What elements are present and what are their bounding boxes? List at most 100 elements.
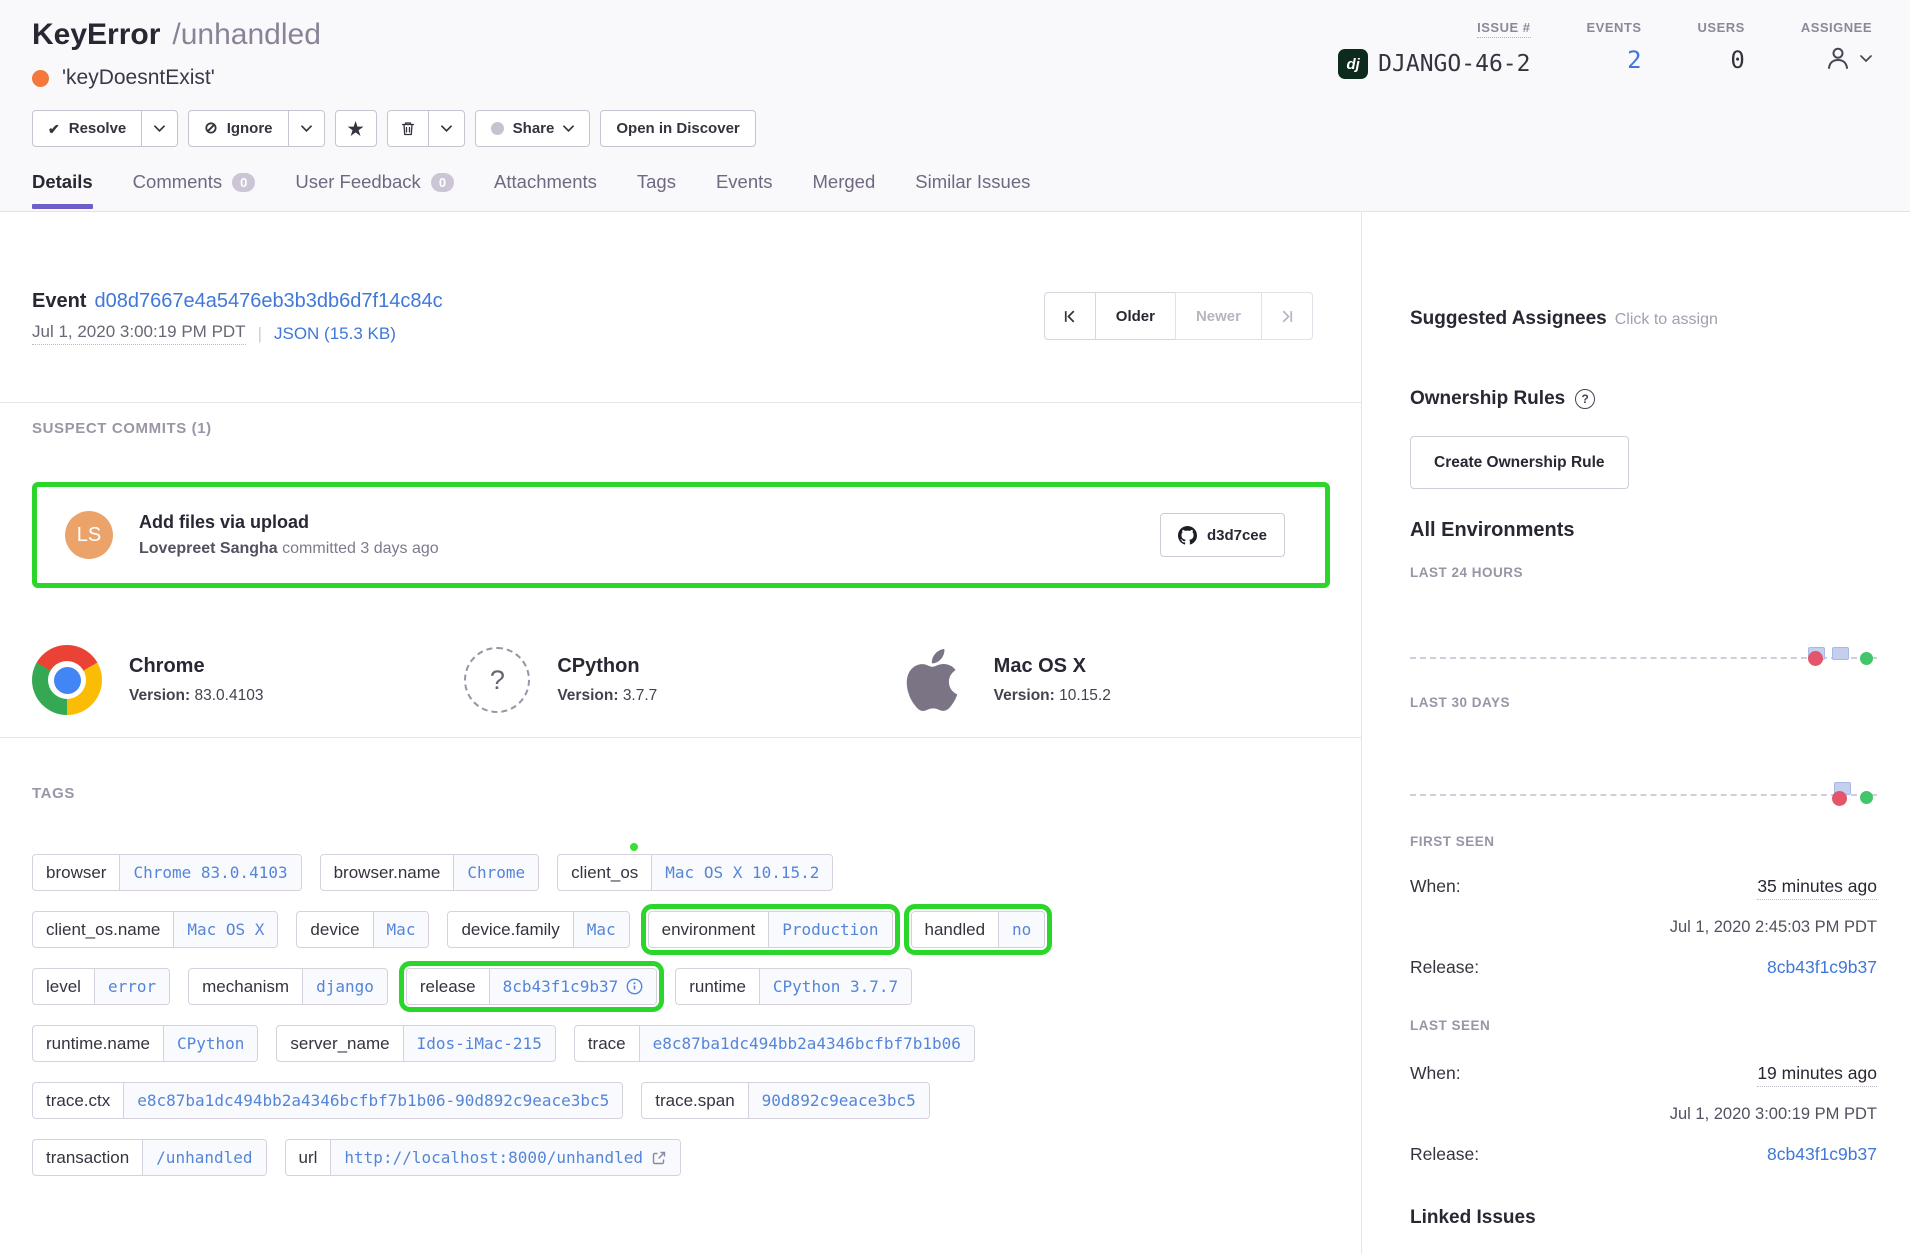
tab-label: Similar Issues [915,171,1030,193]
ignore-button[interactable]: ⊘ Ignore [188,110,288,147]
tag-value-link[interactable]: Chrome 83.0.4103 [120,855,300,890]
event-timestamp: Jul 1, 2020 3:00:19 PM PDT [32,322,246,345]
events-count[interactable]: 2 [1627,46,1641,74]
tag-key: client_os.name [33,912,174,947]
create-ownership-rule-button[interactable]: Create Ownership Rule [1410,436,1629,489]
tag-value-link[interactable]: Production [769,912,891,947]
tag-row: browserChrome 83.0.4103 browser.nameChro… [32,854,1330,891]
tag-device: deviceMac [296,911,429,948]
ignore-dropdown-button[interactable] [288,110,325,147]
tab-label: Tags [637,171,676,193]
first-seen-absolute-time: Jul 1, 2020 2:45:03 PM PDT [1670,918,1877,937]
share-button[interactable]: Share [475,110,591,147]
newer-event-button[interactable]: Newer [1175,292,1262,340]
tag-value-link[interactable]: Mac [374,912,429,947]
event-header: Eventd08d7667e4a5476eb3b3db6d7f14c84c Ju… [0,212,1361,403]
event-json-link[interactable]: JSON (15.3 KB) [274,324,396,344]
tag-environment: environmentProduction [648,911,893,948]
tag-value-link[interactable]: Idos-iMac-215 [404,1026,555,1061]
tag-key: device [297,912,373,947]
context-text: Chrome Version: 83.0.4103 [129,655,263,705]
issue-short-id: DJANGO-46-2 [1378,51,1530,77]
tab-badge: 0 [431,173,454,192]
issue-culprit: /unhandled [172,18,320,51]
tag-value-link[interactable]: Chrome [454,855,538,890]
chevron-down-icon [1860,55,1872,62]
tab-tags[interactable]: Tags [637,171,676,208]
tab-events[interactable]: Events [716,171,773,208]
tag-trace: tracee8c87ba1dc494bb2a4346bcfbf7b1b06 [574,1025,975,1062]
issue-stats: ISSUE # dj DJANGO-46-2 EVENTS 2 USERS 0 … [1338,16,1872,79]
commit-sha-button[interactable]: d3d7cee [1160,513,1285,557]
django-project-icon: dj [1338,49,1368,79]
commit-author: Lovepreet Sangha [139,540,278,557]
users-count: 0 [1730,46,1744,74]
tab-user-feedback[interactable]: User Feedback0 [295,171,454,208]
last-24-hours-sparkline [1410,657,1877,659]
suspect-commit-annotation-box: LS Add files via upload Lovepreet Sangha… [32,482,1330,588]
tab-similar-issues[interactable]: Similar Issues [915,171,1030,208]
tag-value-text: http://localhost:8000/unhandled [344,1148,643,1167]
issue-number-value[interactable]: dj DJANGO-46-2 [1338,49,1530,79]
tag-url: urlhttp://localhost:8000/unhandled [285,1139,682,1176]
tag-value-link[interactable]: 90d892c9eace3bc5 [749,1083,929,1118]
tag-key: server_name [277,1026,403,1061]
issue-message-row: 'keyDoesntExist' [32,66,321,90]
context-name: CPython [557,655,657,678]
commit-sha: d3d7cee [1207,527,1267,544]
commit-meta: Lovepreet Sangha committed 3 days ago [139,540,1160,558]
assignee-dropdown[interactable] [1823,43,1872,73]
tag-key: browser.name [321,855,455,890]
tag-value-link[interactable]: /unhandled [143,1140,265,1175]
tag-value-link[interactable]: django [303,969,387,1004]
resolve-button[interactable]: ✔ Resolve [32,110,142,147]
commit-title: Add files via upload [139,512,1160,533]
all-environments-title: All Environments [1410,519,1877,542]
tag-handled: handledno [911,911,1046,948]
tag-value-link[interactable]: e8c87ba1dc494bb2a4346bcfbf7b1b06-90d892c… [124,1083,622,1118]
tab-details[interactable]: Details [32,171,93,208]
last-24-hours-label: LAST 24 HOURS [1410,565,1877,580]
right-sidebar: Suggested AssigneesClick to assign Owner… [1361,212,1910,1254]
bookmark-star-button[interactable]: ★ [335,110,377,147]
context-version: Version: 83.0.4103 [129,687,263,705]
last-seen-release-link[interactable]: 8cb43f1c9b37 [1767,1144,1877,1165]
last-30-days-sparkline [1410,794,1877,796]
event-id-link[interactable]: d08d7667e4a5476eb3b3db6d7f14c84c [94,290,442,312]
unknown-runtime-icon: ? [464,647,530,713]
tag-value-link[interactable]: http://localhost:8000/unhandled [331,1140,680,1175]
tag-key: trace [575,1026,640,1061]
tab-comments[interactable]: Comments0 [133,171,256,208]
first-seen-release-link[interactable]: 8cb43f1c9b37 [1767,957,1877,978]
first-seen-marker [1832,791,1847,806]
tag-value-link[interactable]: CPython [164,1026,257,1061]
tag-value-link[interactable]: no [999,912,1044,947]
delete-dropdown-button[interactable] [428,110,465,147]
first-seen-release-row: Release: 8cb43f1c9b37 [1410,957,1877,978]
delete-button[interactable] [387,110,429,147]
tag-mechanism: mechanismdjango [188,968,388,1005]
open-in-discover-button[interactable]: Open in Discover [600,110,755,147]
tag-value-link[interactable]: error [95,969,169,1004]
tag-value-link[interactable]: Mac OS X 10.15.2 [652,855,832,890]
tag-client-os-name: client_os.nameMac OS X [32,911,278,948]
tab-attachments[interactable]: Attachments [494,171,597,208]
resolve-dropdown-button[interactable] [141,110,178,147]
trash-icon [400,120,416,137]
tag-value-link[interactable]: CPython 3.7.7 [760,969,911,1004]
issue-message: 'keyDoesntExist' [62,66,215,90]
info-icon[interactable] [626,978,643,995]
oldest-event-button[interactable] [1044,292,1096,340]
external-link-icon[interactable] [651,1150,667,1166]
newest-event-button[interactable] [1261,292,1313,340]
chevron-down-icon [154,125,165,132]
older-event-button[interactable]: Older [1095,292,1176,340]
tag-value-link[interactable]: Mac OS X [174,912,277,947]
tag-value-link[interactable]: e8c87ba1dc494bb2a4346bcfbf7b1b06 [640,1026,974,1061]
stat-users: USERS 0 [1698,20,1745,79]
help-icon[interactable]: ? [1575,389,1595,409]
event-contexts: Chrome Version: 83.0.4103 ? CPython Vers… [0,588,1361,738]
tab-merged[interactable]: Merged [813,171,876,208]
tag-value-link[interactable]: 8cb43f1c9b37 [490,969,657,1004]
tag-value-link[interactable]: Mac [574,912,629,947]
